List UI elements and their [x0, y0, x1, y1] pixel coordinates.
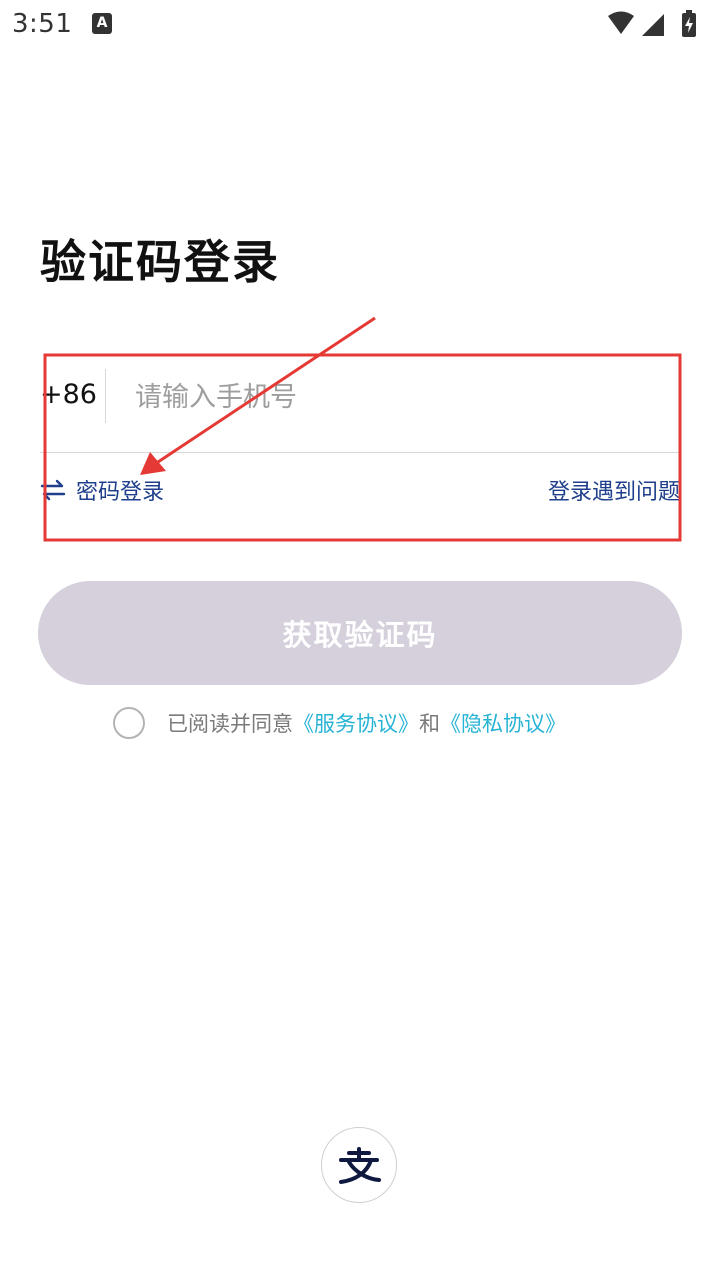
- phone-input-underline: [40, 452, 680, 453]
- wifi-icon: [608, 11, 634, 34]
- phone-number-input[interactable]: [135, 372, 675, 422]
- status-icons: [608, 10, 696, 37]
- country-code-divider: [105, 369, 106, 423]
- login-trouble-link[interactable]: 登录遇到问题: [548, 474, 680, 506]
- status-time: 3:51: [12, 9, 73, 39]
- notification-icon: A: [92, 13, 112, 34]
- get-verification-code-button[interactable]: 获取验证码: [38, 581, 682, 685]
- swap-arrows-icon: [40, 479, 66, 501]
- phone-input-row: +86: [40, 362, 680, 452]
- agreement-connector: 和: [419, 712, 440, 736]
- service-agreement-link[interactable]: 《服务协议》: [293, 708, 419, 738]
- alipay-logo-icon: [321, 1127, 397, 1203]
- password-login-link[interactable]: 密码登录: [40, 472, 164, 508]
- status-bar: 3:51 A: [0, 0, 720, 50]
- agreement-prefix: 已阅读并同意: [167, 712, 293, 736]
- password-login-label: 密码登录: [76, 480, 165, 505]
- agreement-row: 已阅读并同意 《服务协议》 和 《隐私协议》: [113, 703, 566, 743]
- agreement-checkbox[interactable]: [113, 707, 145, 739]
- cellular-signal-icon: [642, 14, 664, 36]
- country-code-selector[interactable]: +86: [40, 379, 97, 410]
- page-title: 验证码登录: [40, 235, 280, 289]
- privacy-agreement-link[interactable]: 《隐私协议》: [440, 708, 566, 738]
